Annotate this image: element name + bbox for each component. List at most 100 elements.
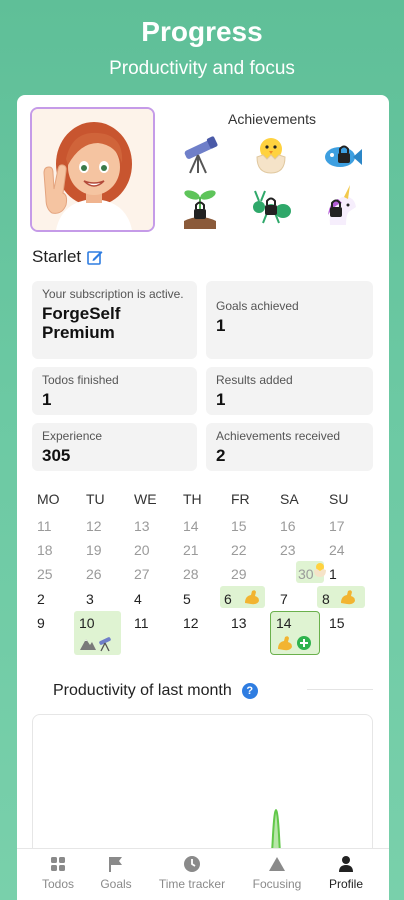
calendar-day[interactable]: 18 (37, 542, 53, 558)
calendar-day[interactable]: 11 (37, 518, 52, 534)
calendar-day[interactable]: 13 (134, 518, 150, 534)
ant-icon (253, 190, 291, 224)
weekday-sa: SA (280, 491, 299, 507)
achievement-telescope[interactable] (178, 133, 222, 177)
productivity-title-row: Productivity of last month ? (53, 682, 258, 700)
experience-label: Experience (42, 429, 103, 443)
calendar-day[interactable]: 25 (37, 566, 53, 582)
calendar-day[interactable]: 15 (231, 518, 247, 534)
calendar-day[interactable]: 26 (86, 566, 102, 582)
achievement-fish-locked[interactable] (320, 133, 364, 177)
calendar-day[interactable]: 15 (329, 615, 345, 631)
nav-profile[interactable]: Profile (326, 855, 366, 891)
achievements-received-card: Achievements received 2 (206, 423, 373, 471)
hatching-chick-icon (314, 563, 326, 577)
calendar-day[interactable]: 22 (231, 542, 247, 558)
hatching-chick-icon (256, 138, 286, 174)
productivity-title: Productivity of last month (53, 682, 232, 699)
seedling-icon (184, 190, 216, 229)
nav-time-tracker[interactable]: Time tracker (157, 855, 227, 891)
calendar-day[interactable]: 6 (224, 591, 232, 607)
calendar-day[interactable]: 1 (329, 566, 337, 582)
page-subtitle: Productivity and focus (109, 58, 295, 79)
help-icon[interactable]: ? (241, 683, 258, 699)
calendar-day[interactable]: 17 (329, 518, 345, 534)
weekday-mo: MO (37, 491, 60, 507)
nav-profile-label: Profile (328, 877, 363, 891)
calendar-day[interactable]: 11 (134, 615, 149, 631)
calendar-day[interactable]: 29 (231, 566, 247, 582)
subscription-value: ForgeSelf Premium (42, 304, 121, 342)
clock-icon (184, 856, 200, 872)
weekday-fr: FR (231, 491, 250, 507)
avatar[interactable] (30, 107, 155, 232)
calendar-day[interactable]: 19 (86, 542, 102, 558)
calendar-day[interactable]: 14 (183, 518, 199, 534)
todos-finished-card: Todos finished 1 (32, 367, 197, 415)
calendar-day[interactable]: 20 (134, 542, 150, 558)
calendar-day[interactable]: 5 (183, 591, 191, 607)
flexed-biceps-icon (341, 590, 355, 605)
calendar-day[interactable]: 12 (183, 615, 199, 631)
nav-todos[interactable]: Todos (40, 855, 76, 891)
subscription-card[interactable]: Your subscription is active. ForgeSelf P… (32, 281, 197, 359)
calendar-day[interactable]: 14 (276, 615, 292, 631)
telescope-icon (99, 637, 111, 652)
weekday-su: SU (329, 491, 349, 507)
fish-icon (325, 145, 362, 167)
calendar-day[interactable]: 7 (280, 591, 288, 607)
calendar-day[interactable]: 21 (183, 542, 199, 558)
username-row: Starlet (32, 247, 103, 267)
add-result-icon[interactable] (296, 635, 312, 651)
nav-goals[interactable]: Goals (99, 855, 133, 891)
calendar-day[interactable]: 12 (86, 518, 102, 534)
calendar-day[interactable]: 24 (329, 542, 345, 558)
calendar-day[interactable]: 9 (37, 615, 45, 631)
nav-goals-label: Goals (100, 877, 132, 891)
weekday-we: WE (134, 491, 157, 507)
calendar-day[interactable]: 13 (231, 615, 247, 631)
edit-icon[interactable] (87, 249, 103, 265)
achievements-received-value: 2 (216, 446, 226, 465)
results-added-label: Results added (216, 373, 293, 387)
nav-focusing-label: Focusing (252, 877, 302, 891)
divider (307, 689, 373, 690)
calendar-day[interactable]: 16 (280, 518, 296, 534)
achievement-seedling-locked[interactable] (178, 185, 222, 229)
mountain-icon (80, 639, 96, 650)
nav-todos-label: Todos (41, 877, 75, 891)
achievement-unicorn-locked[interactable] (320, 185, 364, 229)
weekday-tu: TU (86, 491, 105, 507)
triangle-icon (269, 857, 285, 871)
nav-time-tracker-label: Time tracker (158, 877, 226, 891)
person-icon (339, 856, 353, 872)
calendar-day[interactable]: 30 (298, 566, 314, 582)
flag-icon (109, 857, 122, 872)
calendar-day[interactable]: 2 (37, 591, 45, 607)
subscription-label: Your subscription is active. (42, 287, 184, 301)
username: Starlet (32, 247, 82, 266)
calendar-day[interactable]: 8 (322, 591, 330, 607)
results-added-value: 1 (216, 390, 226, 409)
calendar-day[interactable]: 28 (183, 566, 199, 582)
achievement-ant-locked[interactable] (249, 185, 293, 229)
grid-icon (51, 857, 65, 871)
achievements-received-label: Achievements received (216, 429, 341, 443)
goals-achieved-card: Goals achieved 1 (206, 281, 373, 359)
calendar-day[interactable]: 3 (86, 591, 94, 607)
telescope-icon (184, 136, 218, 174)
goals-achieved-label: Goals achieved (216, 299, 299, 313)
calendar-day[interactable]: 4 (134, 591, 142, 607)
experience-value: 305 (42, 446, 71, 465)
calendar-day[interactable]: 27 (134, 566, 150, 582)
calendar-day[interactable]: 10 (79, 615, 95, 631)
profile-card: Achievements Starlet Your subscription i… (17, 95, 389, 900)
results-added-card: Results added 1 (206, 367, 373, 415)
experience-card: Experience 305 (32, 423, 197, 471)
todos-finished-label: Todos finished (42, 373, 119, 387)
unicorn-icon (328, 185, 356, 225)
calendar-day[interactable]: 23 (280, 542, 296, 558)
header: Progress Productivity and focus (0, 0, 404, 95)
achievement-chick[interactable] (249, 133, 293, 177)
nav-focusing[interactable]: Focusing (251, 855, 303, 891)
